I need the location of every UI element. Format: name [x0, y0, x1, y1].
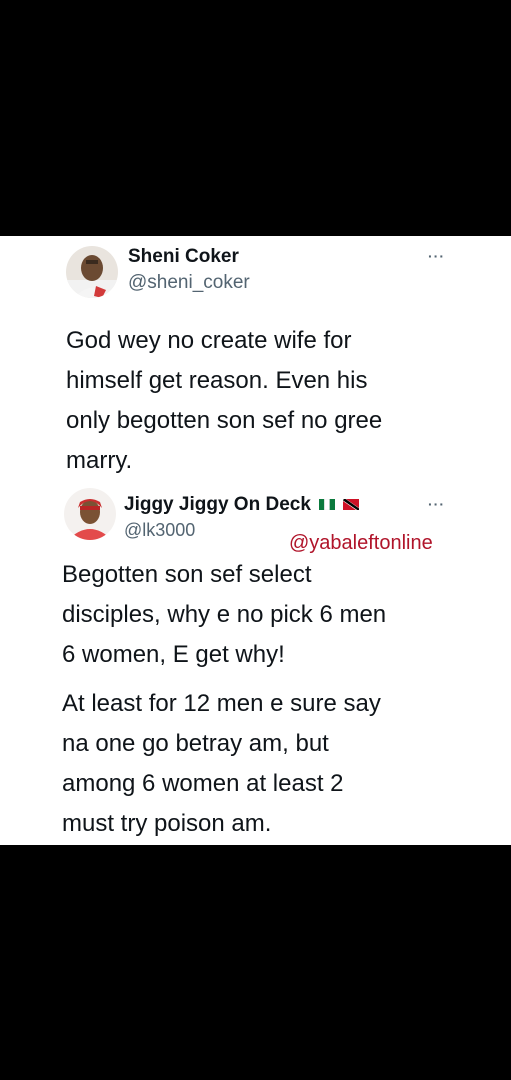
more-horizontal-icon[interactable]: ··· [428, 496, 445, 512]
more-horizontal-icon[interactable]: ··· [428, 248, 445, 264]
watermark-text: @yabaleftonline [289, 532, 433, 554]
reply-paragraph-2: At least for 12 men e sure say na one go… [62, 684, 381, 844]
reply-text-line: na one go betray am, but [62, 730, 329, 757]
reply-author-name[interactable]: Jiggy Jiggy On Deck [124, 494, 360, 516]
tweet-text-line: only begotten son sef no gree [66, 407, 383, 434]
reply-author-handle[interactable]: @lk3000 [124, 520, 195, 541]
reply-text-line: among 6 women at least 2 [62, 770, 344, 797]
tweet-text-line: God wey no create wife for [66, 327, 352, 354]
tweet-screenshot-card: Sheni Coker @sheni_coker ··· God wey no … [0, 236, 511, 845]
nigeria-flag-icon [319, 494, 336, 516]
reply-text-line: At least for 12 men e sure say [62, 690, 381, 717]
tweet-text: God wey no create wife for himself get r… [66, 321, 382, 481]
reply-text-line: 6 women, E get why! [62, 641, 285, 668]
reply-text-line: Begotten son sef select [62, 561, 312, 588]
reply-author-name-text: Jiggy Jiggy On Deck [124, 494, 311, 516]
tweet-text-line: marry. [66, 447, 133, 474]
tweet-author-name[interactable]: Sheni Coker [128, 246, 239, 268]
tweet-text-line: himself get reason. Even his [66, 367, 368, 394]
reply-text-line: must try poison am. [62, 810, 272, 837]
sheni-coker-avatar[interactable] [66, 246, 118, 298]
trinidad-flag-icon [343, 494, 360, 516]
tweet-author-handle[interactable]: @sheni_coker [128, 272, 250, 294]
jiggy-avatar[interactable] [64, 488, 116, 540]
reply-text-line: disciples, why e no pick 6 men [62, 601, 387, 628]
